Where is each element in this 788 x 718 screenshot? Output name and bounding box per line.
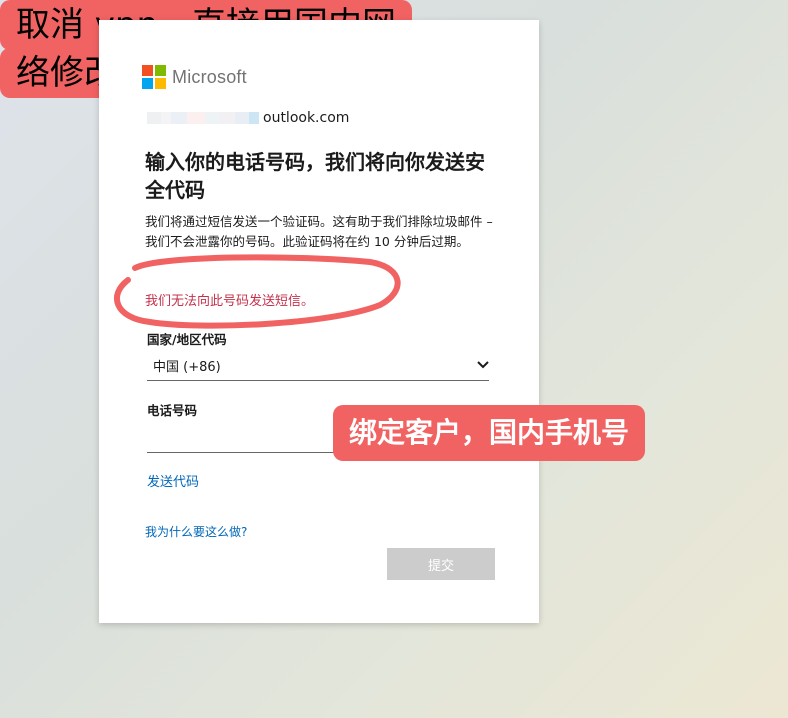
chevron-down-icon	[477, 361, 489, 369]
submit-button[interactable]: 提交	[387, 548, 495, 580]
page-title: 输入你的电话号码，我们将向你发送安全代码	[145, 150, 485, 202]
error-message: 我们无法向此号码发送短信。	[145, 294, 315, 309]
description-text: 我们将通过短信发送一个验证码。这有助于我们排除垃圾邮件 – 我们不会泄露你的号码…	[145, 214, 493, 249]
account-domain: outlook.com	[263, 110, 350, 126]
annotation-callout-phone: 绑定客户，国内手机号	[333, 405, 646, 461]
microsoft-logo: Microsoft	[142, 65, 247, 89]
microsoft-logo-icon	[142, 65, 166, 89]
signin-card: Microsoft outlook.com 输入你的电话号码，我们将向你发送安全…	[99, 20, 539, 623]
redacted-email-blur	[147, 112, 259, 124]
send-code-link[interactable]: 发送代码	[147, 471, 199, 490]
country-selected-value: 中国 (+86)	[153, 359, 221, 375]
country-label: 国家/地区代码	[147, 332, 227, 347]
country-select[interactable]: 中国 (+86)	[147, 350, 489, 381]
phone-label: 电话号码	[147, 403, 198, 418]
brand-name: Microsoft	[172, 66, 247, 87]
why-link[interactable]: 我为什么要这么做?	[145, 523, 247, 540]
account-identifier: outlook.com	[147, 110, 349, 126]
